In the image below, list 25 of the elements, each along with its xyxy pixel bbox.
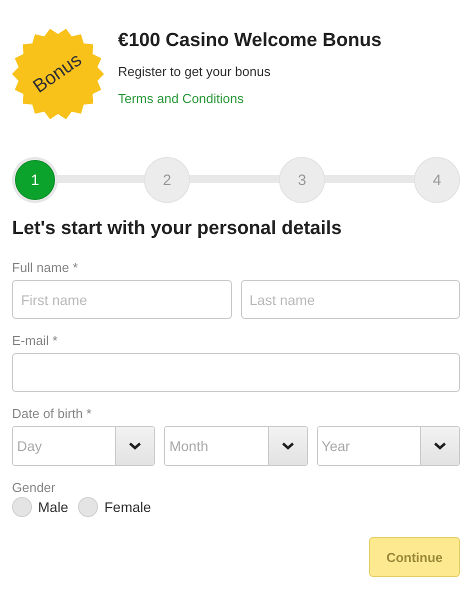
radio-label: Female [104,499,152,515]
field-label: Date of birth * [12,406,92,421]
date-select[interactable]: Day [12,426,156,466]
email-field[interactable] [12,353,460,392]
step-circle: 2 [144,157,190,203]
date-select[interactable]: Month [164,426,308,466]
section-heading: Let's start with your personal details [12,218,343,240]
radio-label: Male [38,499,68,515]
date-select[interactable]: Year [316,426,460,466]
terms-link[interactable]: Terms and Conditions [118,91,382,106]
field-label: E-mail * [12,333,59,348]
chevron-icon [434,442,446,450]
name-field[interactable]: First name [12,280,232,319]
step-circle: 3 [279,157,325,203]
step-circle: 1 [15,160,55,200]
field-label: Full name * [12,260,79,275]
step-circle: 4 [414,157,460,203]
field-label: Gender [12,480,56,495]
radio-button[interactable] [12,497,32,517]
name-field[interactable]: Last name [240,280,460,319]
radio-button[interactable] [78,497,98,517]
chevron-icon [282,442,294,450]
promo-title: €100 Casino Welcome Bonus [118,30,382,52]
chevron-icon [129,442,142,450]
promo-subtitle: Register to get your bonus [118,64,272,79]
